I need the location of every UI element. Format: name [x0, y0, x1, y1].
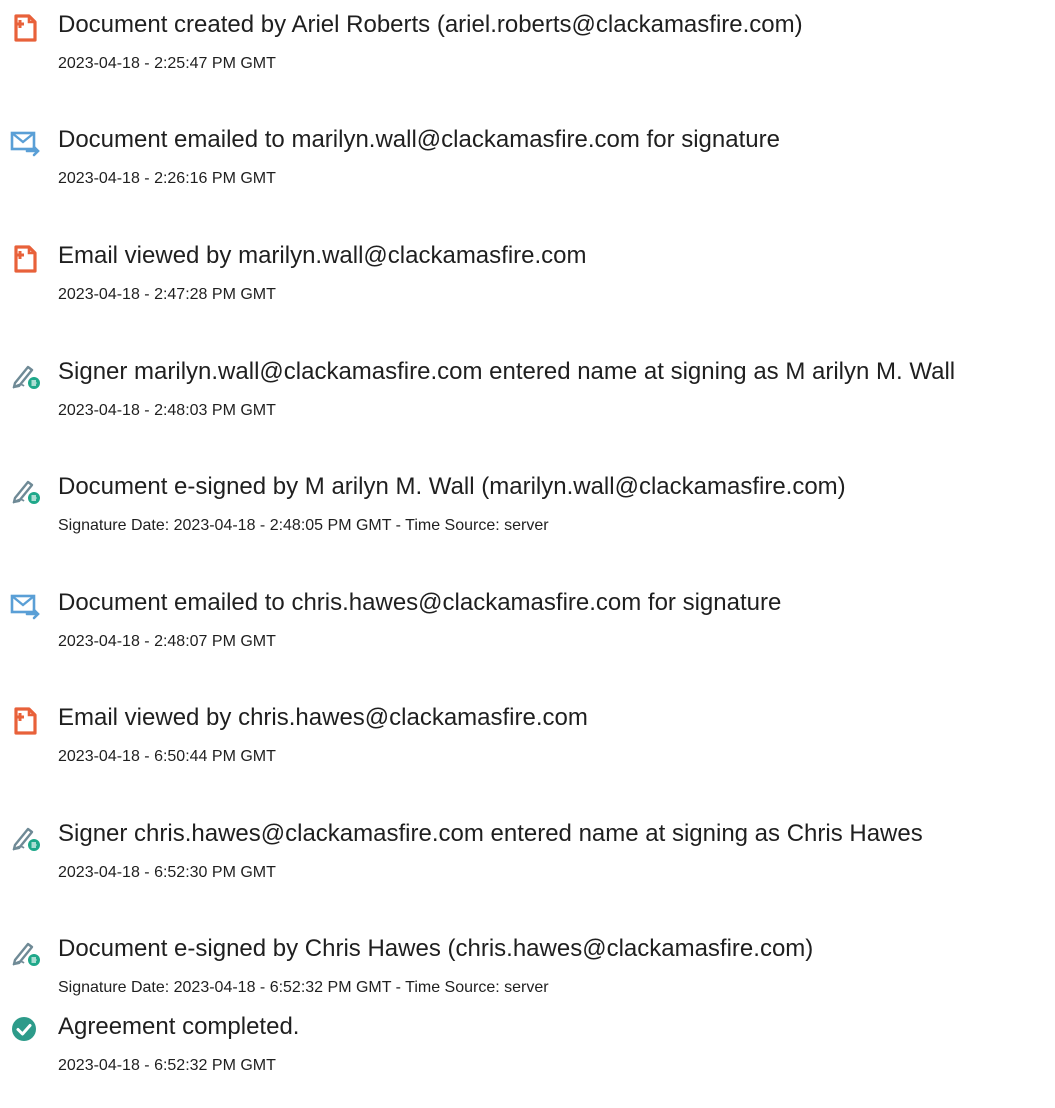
event-title: Document e-signed by M arilyn M. Wall (m… [58, 473, 846, 500]
document-created-icon [10, 13, 40, 43]
event-title: Signer marilyn.wall@clackamasfire.com en… [58, 358, 956, 385]
esign-pen-icon [10, 822, 40, 852]
event-signature-date: Signature Date: 2023-04-18 - 2:48:05 PM … [58, 517, 549, 534]
event-title: Email viewed by marilyn.wall@clackamasfi… [58, 242, 587, 269]
event-document-esigned: Document e-signed by Chris Hawes (chris.… [0, 933, 1055, 1023]
event-signer-name-entered: Signer marilyn.wall@clackamasfire.com en… [0, 356, 1055, 446]
event-timestamp: 2023-04-18 - 2:47:28 PM GMT [58, 286, 276, 303]
event-email-viewed: Email viewed by marilyn.wall@clackamasfi… [0, 240, 1055, 330]
event-timestamp: 2023-04-18 - 6:52:30 PM GMT [58, 864, 276, 881]
event-title: Document emailed to marilyn.wall@clackam… [58, 126, 780, 153]
event-timestamp: 2023-04-18 - 6:50:44 PM GMT [58, 748, 276, 765]
document-viewed-icon [10, 244, 40, 274]
email-sent-icon [10, 591, 40, 621]
audit-history: Document created by Ariel Roberts (ariel… [0, 0, 1055, 1108]
event-timestamp: 2023-04-18 - 2:26:16 PM GMT [58, 170, 276, 187]
esign-pen-icon [10, 360, 40, 390]
event-timestamp: 2023-04-18 - 2:25:47 PM GMT [58, 55, 276, 72]
event-email-viewed: Email viewed by chris.hawes@clackamasfir… [0, 702, 1055, 792]
check-circle-icon [10, 1015, 40, 1045]
email-sent-icon [10, 128, 40, 158]
event-agreement-completed: Agreement completed. 2023-04-18 - 6:52:3… [0, 1011, 1055, 1101]
event-title: Document e-signed by Chris Hawes (chris.… [58, 935, 814, 962]
event-timestamp: 2023-04-18 - 2:48:07 PM GMT [58, 633, 276, 650]
event-timestamp: 2023-04-18 - 6:52:32 PM GMT [58, 1057, 276, 1074]
document-viewed-icon [10, 706, 40, 736]
event-title: Email viewed by chris.hawes@clackamasfir… [58, 704, 588, 731]
event-signer-name-entered: Signer chris.hawes@clackamasfire.com ent… [0, 818, 1055, 908]
event-timestamp: 2023-04-18 - 2:48:03 PM GMT [58, 402, 276, 419]
esign-pen-icon [10, 937, 40, 967]
event-document-esigned: Document e-signed by M arilyn M. Wall (m… [0, 471, 1055, 561]
event-signature-date: Signature Date: 2023-04-18 - 6:52:32 PM … [58, 979, 549, 996]
esign-pen-icon [10, 475, 40, 505]
event-title: Document created by Ariel Roberts (ariel… [58, 11, 803, 38]
event-document-emailed: Document emailed to chris.hawes@clackama… [0, 587, 1055, 677]
event-document-created: Document created by Ariel Roberts (ariel… [0, 9, 1055, 99]
event-document-emailed: Document emailed to marilyn.wall@clackam… [0, 124, 1055, 214]
event-title: Document emailed to chris.hawes@clackama… [58, 589, 782, 616]
event-title: Signer chris.hawes@clackamasfire.com ent… [58, 820, 923, 847]
event-title: Agreement completed. [58, 1013, 300, 1040]
